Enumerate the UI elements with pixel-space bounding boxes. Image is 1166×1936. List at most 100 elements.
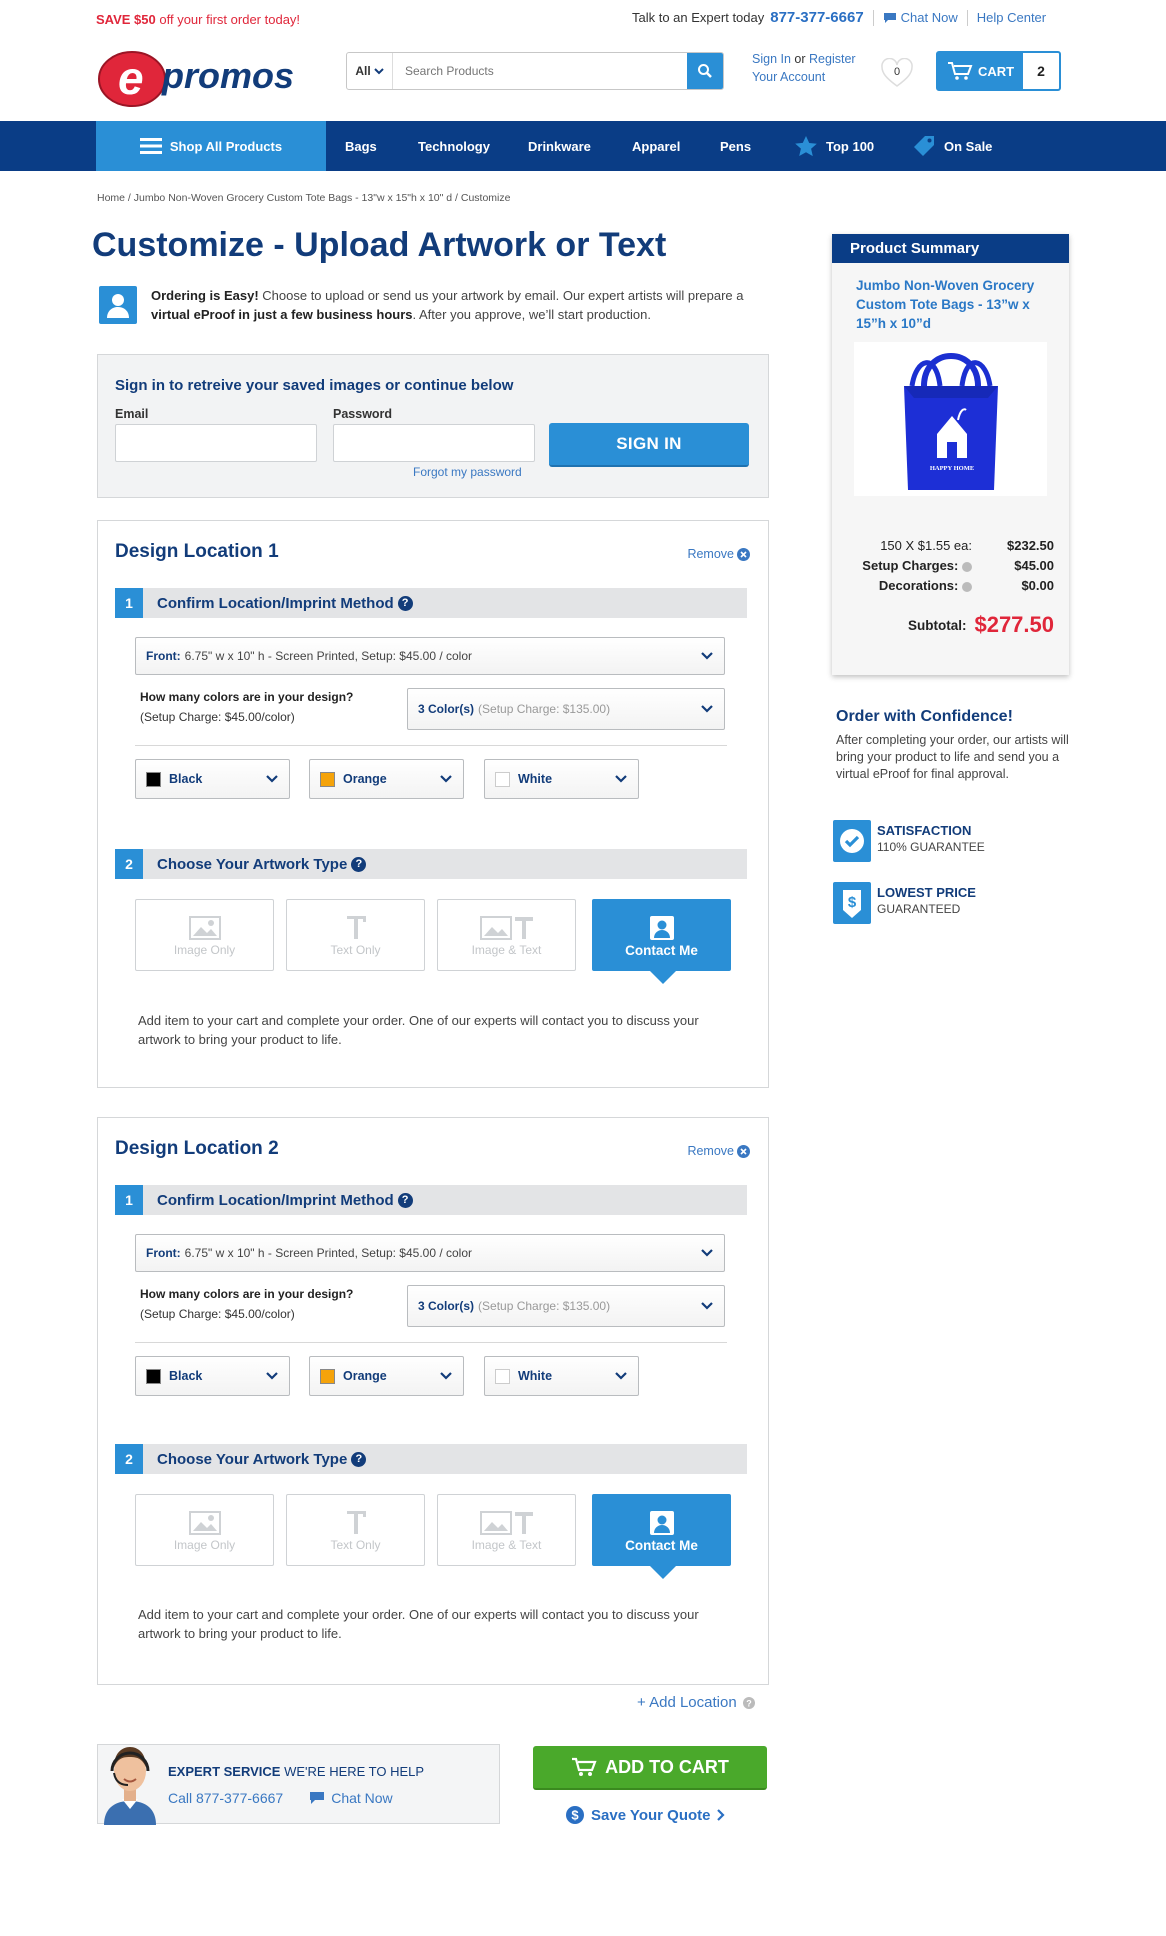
artwork-type-contact-me[interactable]: Contact Me [592,899,731,984]
search-icon [698,64,712,78]
sign-in-button[interactable]: SIGN IN [549,423,749,467]
help-icon[interactable]: ? [397,595,413,611]
expert-text: Talk to an Expert today [632,10,765,25]
dollar-tag-icon: $ [833,882,871,924]
email-label: Email [115,407,149,421]
color-swatch [495,1368,510,1384]
artwork-type-text-only[interactable]: Text Only [286,1494,425,1566]
chat-icon [883,12,896,23]
chevron-down-icon [701,1249,713,1257]
chevron-down-icon [266,1372,278,1380]
color-count-select[interactable]: 3 Color(s) (Setup Charge: $135.00) [407,688,725,730]
summary-subtotal: Subtotal: $277.50 [907,612,1054,637]
summary-header: Product Summary [832,234,1069,263]
svg-text:$: $ [848,894,857,911]
image-text-icon [479,1508,534,1538]
color-count-select[interactable]: 3 Color(s) (Setup Charge: $135.00) [407,1285,725,1327]
color-select-3[interactable]: White [484,1356,639,1396]
help-center-link[interactable]: Help Center [977,10,1046,25]
svg-text:?: ? [746,1698,752,1708]
help-icon[interactable]: ? [351,1451,367,1467]
color-swatch [320,771,335,787]
color-select-1[interactable]: Black [135,759,290,799]
artwork-type-image-only[interactable]: Image Only [135,1494,274,1566]
chevron-down-icon [615,775,627,783]
nav-item-bags[interactable]: Bags [345,121,377,171]
step-label: Confirm Location/Imprint Method [157,1191,394,1209]
colors-question: How many colors are in your design? (Setu… [140,1287,354,1321]
user-icon [99,286,137,324]
epromos-logo[interactable]: e promos [96,46,318,108]
tag-icon [914,136,934,156]
nav-item-technology[interactable]: Technology [418,121,490,171]
close-circle-icon [737,547,750,561]
expert-chat-link[interactable]: Chat Now [331,1790,392,1806]
promo-banner: SAVE $50 off your first order today! [96,12,300,27]
nav-item-apparel[interactable]: Apparel [632,121,680,171]
help-icon[interactable] [962,561,972,572]
save-quote-link[interactable]: $ Save Your Quote [566,1806,726,1824]
artwork-type-image-text[interactable]: Image & Text [437,899,576,971]
cart-icon [572,1757,597,1776]
step-2-bar: 2 Choose Your Artwork Type? [115,849,747,879]
step-1-bar: 1 Confirm Location/Imprint Method? [115,1185,747,1215]
location-title: Design Location 2 [115,1138,279,1159]
register-link[interactable]: Register [809,52,856,66]
product-summary: Product Summary Jumbo Non-Woven Grocery … [832,234,1069,675]
color-select-2[interactable]: Orange [309,1356,464,1396]
colors-question: How many colors are in your design? (Setu… [140,690,354,724]
search-category-select[interactable]: All [347,53,393,89]
dollar-circle-icon: $ [566,1806,584,1824]
email-field[interactable] [115,424,317,462]
help-icon[interactable]: ? [351,856,367,872]
artwork-type-text-only[interactable]: Text Only [286,899,425,971]
wishlist-button[interactable]: 0 [880,57,914,88]
chat-now-link[interactable]: Chat Now [883,10,958,25]
sign-in-panel: Sign in to retreive your saved images or… [97,354,769,498]
remove-location-button[interactable]: Remove [687,1144,750,1158]
artwork-type-image-only[interactable]: Image Only [135,899,274,971]
summary-row-setup: Setup Charges: $45.00 [862,558,1054,573]
expert-phone-link[interactable]: 877-377-6667 [770,9,863,26]
expert-service-box: EXPERT SERVICE WE'RE HERE TO HELP Call 8… [97,1744,500,1825]
summary-row-qty: 150 X $1.55 ea: $232.50 [880,538,1054,553]
help-icon[interactable] [962,581,972,592]
svg-text:e: e [118,52,144,104]
search-button[interactable] [687,53,723,89]
nav-item-top-100[interactable]: Top 100 [794,121,874,171]
breadcrumb[interactable]: Home / Jumbo Non-Woven Grocery Custom To… [97,192,510,204]
your-account-link[interactable]: Your Account [752,70,825,84]
color-select-2[interactable]: Orange [309,759,464,799]
help-icon[interactable]: ? [397,1192,413,1208]
search-input[interactable] [393,53,687,89]
nav-item-on-sale[interactable]: On Sale [912,121,992,171]
sign-in-heading: Sign in to retreive your saved images or… [115,377,514,394]
color-select-3[interactable]: White [484,759,639,799]
add-location-link[interactable]: + Add Location ? [637,1694,755,1711]
remove-location-button[interactable]: Remove [687,547,750,561]
imprint-location-select[interactable]: Front: 6.75" w x 10" h - Screen Printed, … [135,1234,725,1272]
password-field[interactable] [333,424,535,462]
imprint-location-select[interactable]: Front: 6.75" w x 10" h - Screen Printed, … [135,637,725,675]
summary-row-decorations: Decorations: $0.00 [878,578,1054,593]
color-select-1[interactable]: Black [135,1356,290,1396]
expert-call-link[interactable]: Call 877-377-6667 [168,1790,283,1806]
star-icon [795,136,817,157]
artwork-type-image-text[interactable]: Image & Text [437,1494,576,1566]
artwork-type-contact-me[interactable]: Contact Me [592,1494,731,1579]
forgot-password-link[interactable]: Forgot my password [413,465,522,479]
summary-product-name[interactable]: Jumbo Non-Woven Grocery Custom Tote Bags… [856,276,1056,333]
chat-icon [310,1792,325,1804]
confidence-text: After completing your order, our artists… [836,733,1069,781]
nav-shop-all[interactable]: Shop All Products [96,121,326,171]
cart-button[interactable]: CART 2 [936,51,1061,91]
product-image[interactable]: HAPPY HOME [854,342,1047,496]
promo-save: SAVE $50 [96,12,156,27]
chevron-down-icon [701,1302,713,1310]
help-icon: ? [742,1696,755,1709]
add-to-cart-button[interactable]: ADD TO CART [533,1746,767,1790]
nav-item-drinkware[interactable]: Drinkware [528,121,591,171]
menu-icon [139,138,162,154]
nav-item-pens[interactable]: Pens [720,121,751,171]
sign-in-link[interactable]: Sign In [752,52,791,66]
